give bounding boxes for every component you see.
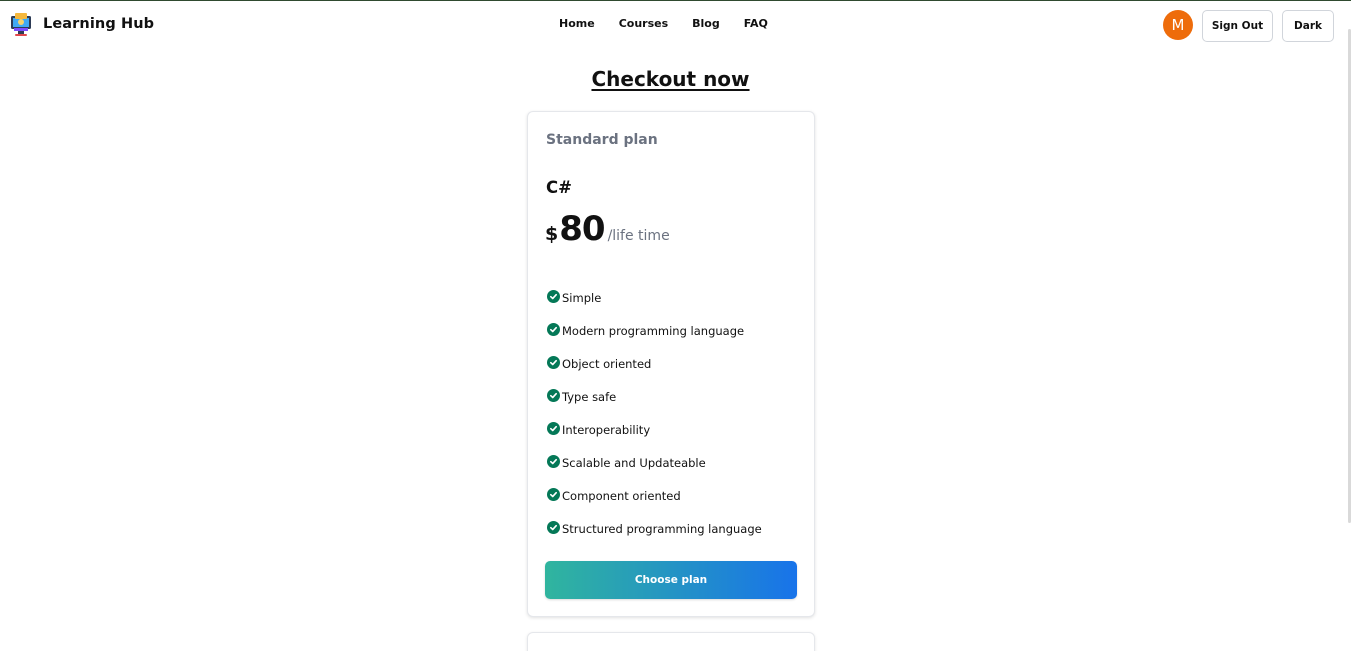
list-item: Type safe [547,380,762,413]
check-circle-icon [547,521,560,534]
nav-link-home[interactable]: Home [559,17,595,30]
course-name: C# [546,178,572,197]
list-item: Scalable and Updateable [547,446,762,479]
feature-label: Structured programming language [562,521,762,536]
check-circle-icon [547,422,560,435]
check-circle-icon [547,290,560,303]
dark-mode-button[interactable]: Dark [1282,10,1334,42]
monitor-logo-icon [11,13,31,36]
brand-link[interactable]: Learning Hub [8,11,154,37]
feature-label: Modern programming language [562,323,745,338]
feature-label: Type safe [562,389,617,404]
check-circle-icon [547,356,560,369]
feature-label: Simple [562,290,602,305]
feature-label: Scalable and Updateable [562,455,706,470]
nav-link-blog[interactable]: Blog [692,17,720,30]
nav-link-courses[interactable]: Courses [619,17,668,30]
plan-name: Standard plan [546,132,658,148]
feature-label: Object oriented [562,356,652,371]
navbar: Learning Hub Home Courses Blog FAQ M Sig… [0,1,1351,48]
list-item: Interoperability [547,413,762,446]
list-item: Simple [547,281,762,314]
choose-plan-button[interactable]: Choose plan [545,561,797,599]
price: $ 80 /life time [545,209,670,249]
feature-label: Component oriented [562,488,681,503]
user-avatar[interactable]: M [1163,10,1193,40]
check-circle-icon [547,488,560,501]
price-amount: 80 [559,209,605,249]
list-item: Modern programming language [547,314,762,347]
page-title: Checkout now [591,67,750,91]
pricing-card-next [527,632,815,651]
sign-out-button[interactable]: Sign Out [1202,10,1273,42]
check-circle-icon [547,455,560,468]
list-item: Object oriented [547,347,762,380]
nav-link-faq[interactable]: FAQ [744,17,768,30]
pricing-card: Standard plan C# $ 80 /life time Simple … [527,111,815,617]
feature-label: Interoperability [562,422,651,437]
list-item: Component oriented [547,479,762,512]
list-item: Structured programming language [547,512,762,545]
check-circle-icon [547,389,560,402]
brand-name: Learning Hub [43,16,155,32]
price-currency: $ [545,223,559,245]
check-circle-icon [547,323,560,336]
feature-list: Simple Modern programming language Objec… [547,281,762,545]
price-period: /life time [607,228,670,244]
main-nav: Home Courses Blog FAQ [559,17,792,30]
